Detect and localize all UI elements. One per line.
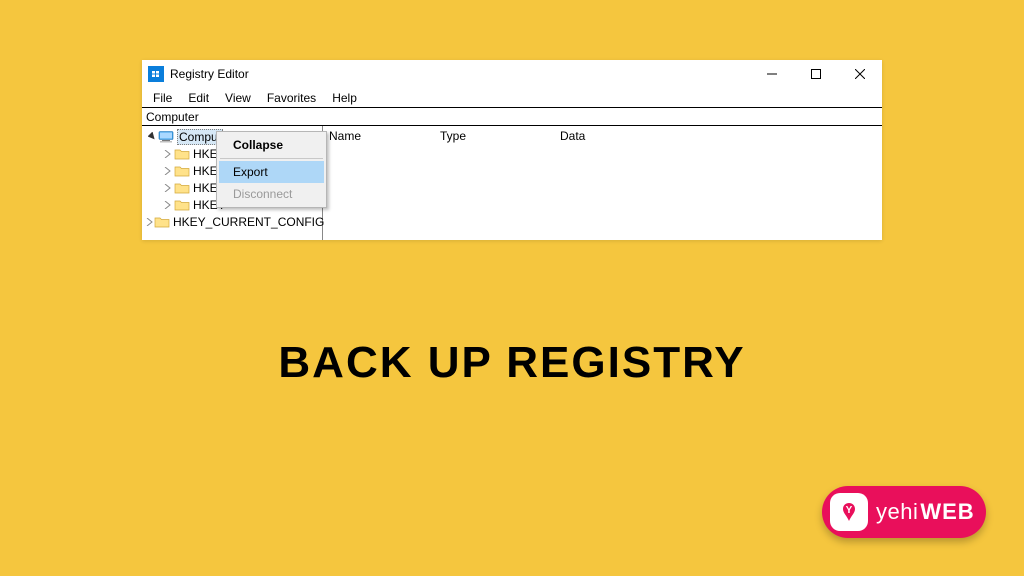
menu-edit[interactable]: Edit bbox=[181, 90, 216, 106]
logo-badge-icon: Y bbox=[830, 493, 868, 531]
col-data[interactable]: Data bbox=[560, 129, 882, 143]
folder-icon bbox=[174, 182, 190, 194]
close-button[interactable] bbox=[838, 60, 882, 88]
folder-icon bbox=[154, 216, 170, 228]
window-title: Registry Editor bbox=[170, 67, 750, 81]
page-caption: BACK UP REGISTRY bbox=[0, 338, 1024, 388]
maximize-button[interactable] bbox=[794, 60, 838, 88]
col-type[interactable]: Type bbox=[440, 129, 560, 143]
yehiweb-logo: Y yehi WEB bbox=[822, 486, 986, 538]
ctx-export[interactable]: Export bbox=[219, 161, 324, 183]
ctx-disconnect: Disconnect bbox=[219, 183, 324, 205]
tree-item[interactable]: HKEY_CURRENT_CONFIG bbox=[142, 213, 322, 230]
menu-file[interactable]: File bbox=[146, 90, 179, 106]
chevron-right-icon[interactable] bbox=[162, 150, 174, 158]
menu-help[interactable]: Help bbox=[325, 90, 364, 106]
context-menu: Collapse Export Disconnect bbox=[216, 131, 327, 208]
values-list[interactable]: Name Type Data bbox=[323, 126, 882, 240]
ctx-collapse[interactable]: Collapse bbox=[219, 134, 324, 156]
column-headers: Name Type Data bbox=[323, 126, 882, 146]
menu-favorites[interactable]: Favorites bbox=[260, 90, 323, 106]
chevron-right-icon[interactable] bbox=[162, 184, 174, 192]
chevron-right-icon[interactable] bbox=[162, 167, 174, 175]
col-name[interactable]: Name bbox=[327, 129, 440, 143]
chevron-right-icon[interactable] bbox=[162, 201, 174, 209]
menu-view[interactable]: View bbox=[218, 90, 258, 106]
address-bar[interactable]: Computer bbox=[142, 107, 882, 126]
tree-item-label: HKEY_CURRENT_CONFIG bbox=[173, 215, 324, 229]
chevron-right-icon[interactable] bbox=[146, 218, 154, 226]
logo-text-web: WEB bbox=[920, 499, 974, 525]
minimize-button[interactable] bbox=[750, 60, 794, 88]
menubar: File Edit View Favorites Help bbox=[142, 88, 882, 107]
svg-text:Y: Y bbox=[846, 505, 853, 516]
folder-icon bbox=[174, 199, 190, 211]
computer-icon bbox=[158, 131, 174, 143]
chevron-down-icon[interactable] bbox=[146, 132, 158, 141]
titlebar[interactable]: Registry Editor bbox=[142, 60, 882, 88]
app-icon bbox=[148, 66, 164, 82]
folder-icon bbox=[174, 148, 190, 160]
folder-icon bbox=[174, 165, 190, 177]
address-path: Computer bbox=[146, 110, 199, 124]
logo-text-yehi: yehi bbox=[876, 499, 918, 525]
ctx-separator bbox=[220, 158, 323, 159]
